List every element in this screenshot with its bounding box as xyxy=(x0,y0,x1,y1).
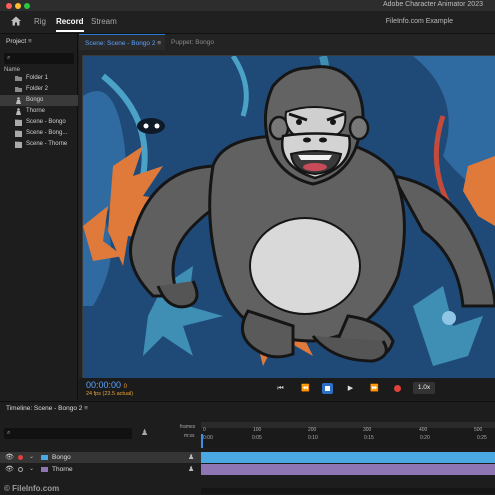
project-item-thorne[interactable]: Thorne xyxy=(0,106,78,117)
frame-tick: 100 xyxy=(253,427,262,433)
puppet-icon xyxy=(16,97,21,104)
project-item-scene-thorne[interactable]: Scene - Thorne xyxy=(0,139,78,150)
frame-tick: 500 xyxy=(474,427,483,433)
timeline-scrollbar[interactable] xyxy=(201,488,495,494)
time-tick: 0:10 xyxy=(308,435,318,441)
ruler-frames-label: frames xyxy=(180,424,196,430)
tab-scene[interactable]: Scene: Scene - Bongo 2 ≡ xyxy=(79,34,166,50)
visibility-eye-icon[interactable]: 👁 xyxy=(5,453,14,461)
scene-tabs: Scene: Scene - Bongo 2 ≡ Puppet: Bongo xyxy=(79,34,495,50)
track-label: Thorne xyxy=(52,466,73,473)
app-title: Adobe Character Animator 2023 xyxy=(382,1,483,8)
chevron-down-icon[interactable]: ⌄ xyxy=(29,465,34,472)
project-item-scene-bongo[interactable]: Scene - Bongo xyxy=(0,117,78,128)
time-tick: 0:05 xyxy=(252,435,262,441)
time-tick: 0:20 xyxy=(420,435,430,441)
zoom-window-button[interactable] xyxy=(24,3,30,9)
work-area-bar[interactable] xyxy=(201,422,495,428)
title-bar: Adobe Character Animator 2023 xyxy=(0,0,495,11)
project-search-input[interactable]: ⌕ xyxy=(4,53,74,64)
timeline-title: Timeline: Scene - Bongo 2 ≡ xyxy=(6,405,88,412)
play-icon[interactable]: ▶ xyxy=(345,383,356,394)
scene-icon xyxy=(15,130,22,137)
tab-stream[interactable]: Stream xyxy=(91,17,117,26)
record-arm-icon[interactable] xyxy=(18,455,23,460)
frame-rate-readout: 24 fps (23.5 actual) xyxy=(86,391,134,397)
puppet-icon: ♟ xyxy=(188,466,195,473)
scene-icon xyxy=(15,119,22,126)
frame-tick: 300 xyxy=(363,427,372,433)
puppet-icon: ♟ xyxy=(188,454,195,461)
search-icon: ⌕ xyxy=(7,55,11,61)
ruler-time-label: m:ss xyxy=(184,433,195,439)
watermark: © FileInfo.com xyxy=(4,484,60,493)
frame-tick: 200 xyxy=(308,427,317,433)
puppet-icon xyxy=(16,108,21,115)
timecode-display[interactable]: 00:00:00 0 xyxy=(86,380,127,390)
scene-stage[interactable] xyxy=(82,55,495,379)
scene-panel: Scene: Scene - Bongo 2 ≡ Puppet: Bongo 0… xyxy=(79,34,495,400)
workspace-label: FileInfo.com Example xyxy=(385,18,453,25)
timeline-row-bongo[interactable]: 👁 ⌄ Bongo ♟ xyxy=(0,452,201,463)
project-item-bongo[interactable]: Bongo xyxy=(0,95,78,106)
tab-record[interactable]: Record xyxy=(56,17,84,32)
panel-menu-icon: ≡ xyxy=(84,405,88,412)
playhead[interactable] xyxy=(201,434,203,448)
search-icon: ⌕ xyxy=(7,430,11,436)
playback-speed-button[interactable]: 1.0x xyxy=(413,382,435,394)
timeline-track-thorne[interactable] xyxy=(201,464,495,475)
track-color-swatch xyxy=(41,467,48,472)
timeline-ruler[interactable]: 0 100 200 300 400 500 0:00 0:05 0:10 0:1… xyxy=(201,422,495,448)
timeline-row-thorne[interactable]: 👁 ⌄ Thorne ♟ xyxy=(0,464,201,475)
panel-menu-icon: ≡ xyxy=(28,38,32,45)
tab-rig[interactable]: Rig xyxy=(34,17,46,26)
transport-bar: 00:00:00 0 24 fps (23.5 actual) ⏮ ⏪ ▶ ⏩ … xyxy=(79,378,495,400)
app-window: Adobe Character Animator 2023 Rig Record… xyxy=(0,0,495,495)
project-item-folder-2[interactable]: Folder 2 xyxy=(0,84,78,95)
folder-icon xyxy=(15,76,22,81)
minimize-window-button[interactable] xyxy=(15,3,21,9)
tab-puppet[interactable]: Puppet: Bongo xyxy=(171,39,214,46)
step-forward-icon[interactable]: ⏩ xyxy=(369,383,380,394)
visibility-eye-icon[interactable]: 👁 xyxy=(5,465,14,473)
gorilla-puppet-artwork xyxy=(83,56,495,378)
record-button[interactable] xyxy=(392,383,403,394)
scene-icon xyxy=(15,141,22,148)
timeline-panel: Timeline: Scene - Bongo 2 ≡ ⌕ ♟ frames m… xyxy=(0,401,495,495)
record-arm-icon[interactable] xyxy=(18,467,23,472)
close-window-button[interactable] xyxy=(6,3,12,9)
timeline-track-bongo[interactable] xyxy=(201,452,495,463)
project-item-scene-bongo-2[interactable]: Scene - Bong... xyxy=(0,128,78,139)
timeline-search-input[interactable]: ⌕ xyxy=(4,428,132,439)
home-icon[interactable] xyxy=(10,15,22,27)
track-color-swatch xyxy=(41,455,48,460)
step-back-icon[interactable]: ⏪ xyxy=(300,383,311,394)
chevron-down-icon[interactable]: ⌄ xyxy=(29,453,34,460)
puppet-filter-icon[interactable]: ♟ xyxy=(141,428,151,438)
frame-tick: 0 xyxy=(203,427,206,433)
time-tick: 0:25 xyxy=(477,435,487,441)
track-label: Bongo xyxy=(52,454,71,461)
workspace-bar: Rig Record Stream FileInfo.com Example xyxy=(0,11,495,34)
frame-tick: 400 xyxy=(419,427,428,433)
go-to-start-icon[interactable]: ⏮ xyxy=(275,383,286,394)
time-tick: 0:00 xyxy=(203,435,213,441)
panel-menu-icon: ≡ xyxy=(157,40,162,47)
time-tick: 0:15 xyxy=(364,435,374,441)
folder-icon xyxy=(15,87,22,92)
project-item-folder-1[interactable]: Folder 1 xyxy=(0,73,78,84)
project-panel-title: Project ≡ xyxy=(6,38,32,45)
project-panel: Project ≡ ⌕ Name Folder 1 Folder 2 Bongo… xyxy=(0,34,78,426)
stop-button[interactable] xyxy=(322,383,333,394)
